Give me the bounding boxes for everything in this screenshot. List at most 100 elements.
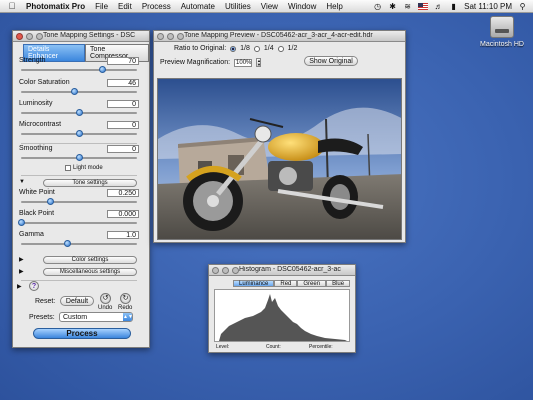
light-mode-checkbox[interactable]: Light mode <box>65 165 103 171</box>
black-point-field[interactable]: 0.000 <box>107 210 139 218</box>
presets-value: Custom <box>63 314 88 321</box>
settings-titlebar[interactable]: Tone Mapping Settings - DSC <box>13 31 149 42</box>
settings-title: Tone Mapping Settings - DSC <box>43 32 136 39</box>
color-saturation-field[interactable]: 46 <box>107 79 139 87</box>
color-saturation-slider-knob[interactable] <box>71 88 79 95</box>
microcontrast-field[interactable]: 0 <box>107 121 139 129</box>
histogram-titlebar[interactable]: Histogram - DSC05462-acr_3-ac <box>209 265 355 276</box>
white-point-field[interactable]: 0.250 <box>107 189 139 197</box>
white-point-slider-knob[interactable] <box>47 198 54 205</box>
undo-button[interactable]: ↺ <box>100 293 111 304</box>
level-label: Level: <box>216 344 230 350</box>
tab-green[interactable]: Green <box>297 280 327 287</box>
show-original-button[interactable]: Show Original <box>304 56 358 66</box>
color-settings-disclosure-icon[interactable]: ▶ <box>19 256 24 263</box>
color-saturation-slider[interactable] <box>21 88 137 95</box>
color-saturation-row: Color Saturation 46 <box>17 79 141 99</box>
zoom-icon[interactable] <box>36 32 43 40</box>
menu-edit[interactable]: Edit <box>118 2 132 11</box>
light-mode-box[interactable] <box>65 165 71 171</box>
zoom-icon[interactable] <box>177 32 184 40</box>
minimize-icon[interactable] <box>167 32 174 40</box>
luminosity-slider[interactable] <box>21 109 137 116</box>
process-button[interactable]: Process <box>33 328 131 339</box>
minimize-icon[interactable] <box>222 266 229 274</box>
color-settings-button[interactable]: Color settings <box>43 256 137 264</box>
ratio-label: Ratio to Original: <box>174 45 227 52</box>
menu-help[interactable]: Help <box>326 2 342 11</box>
presets-label: Presets: <box>29 314 55 321</box>
tone-settings-button[interactable]: Tone settings <box>43 179 137 187</box>
menu-automate[interactable]: Automate <box>181 2 215 11</box>
battery-icon[interactable]: ▮ <box>449 2 458 11</box>
microcontrast-slider-knob[interactable] <box>76 130 83 137</box>
bottom-disclosure-icon[interactable]: ▶ <box>17 283 22 290</box>
presets-select[interactable]: Custom ▲▼ <box>59 312 133 322</box>
zoom-icon[interactable] <box>232 266 239 274</box>
reset-label: Reset: <box>35 298 56 305</box>
strength-field[interactable]: 70 <box>107 57 139 65</box>
gamma-slider[interactable] <box>21 240 137 247</box>
menu-window[interactable]: Window <box>288 2 316 11</box>
luminosity-row: Luminosity 0 <box>17 100 141 120</box>
redo-button[interactable]: ↻ <box>120 293 131 304</box>
black-point-slider-knob[interactable] <box>18 219 25 226</box>
preview-image[interactable] <box>157 78 402 240</box>
microcontrast-slider[interactable] <box>21 130 137 137</box>
smoothing-slider-knob[interactable] <box>76 154 83 161</box>
gamma-slider-knob[interactable] <box>64 240 72 247</box>
tone-settings-disclosure-icon[interactable]: ▼ <box>19 179 25 185</box>
misc-settings-disclosure-icon[interactable]: ▶ <box>19 268 24 275</box>
white-point-slider[interactable] <box>21 198 137 205</box>
strength-slider-knob[interactable] <box>99 66 107 73</box>
time-machine-icon[interactable]: ◷ <box>373 2 382 11</box>
macintosh-hd[interactable]: Macintosh HD <box>472 16 532 48</box>
magnification-stepper[interactable]: ▲ ▼ <box>256 58 262 67</box>
bluetooth-icon[interactable]: ✱ <box>388 2 397 11</box>
ratio-radio-1-8[interactable] <box>230 45 237 52</box>
gamma-field[interactable]: 1.0 <box>107 231 139 239</box>
hard-drive-icon <box>490 16 514 38</box>
close-icon[interactable] <box>212 266 219 274</box>
magnification-group: Preview Magnification: 100% ▲ ▼ <box>160 58 262 67</box>
magnification-field[interactable]: 100% <box>234 58 253 67</box>
smoothing-slider[interactable] <box>21 154 137 161</box>
count-label: Count: <box>266 344 281 350</box>
menu-clock[interactable]: Sat 11:10 PM <box>464 2 512 11</box>
wifi-icon[interactable]: ≋ <box>403 2 412 11</box>
menu-app-name[interactable]: Photomatix Pro <box>26 2 85 11</box>
menu-view[interactable]: View <box>261 2 278 11</box>
strength-slider[interactable] <box>21 66 137 73</box>
divider <box>21 143 137 144</box>
smoothing-field[interactable]: 0 <box>107 145 139 153</box>
spotlight-icon[interactable]: ⚲ <box>518 2 527 11</box>
preview-titlebar[interactable]: Tone Mapping Preview - DSC05462-acr_3-ac… <box>154 31 405 42</box>
menu-utilities[interactable]: Utilities <box>225 2 251 11</box>
tone-mapping-settings-window: Tone Mapping Settings - DSC Details Enha… <box>12 30 150 348</box>
luminosity-field[interactable]: 0 <box>107 100 139 108</box>
us-flag-icon[interactable] <box>418 3 429 10</box>
ratio-radio-1-2[interactable] <box>277 45 284 52</box>
drive-label: Macintosh HD <box>480 41 524 48</box>
default-button[interactable]: Default <box>60 296 94 306</box>
tab-luminance[interactable]: Luminance <box>233 280 275 287</box>
tab-blue[interactable]: Blue <box>326 280 351 287</box>
histogram-plot[interactable] <box>214 289 350 342</box>
histogram-title: Histogram - DSC05462-acr_3-ac <box>239 266 341 273</box>
tone-mapping-preview-window: Tone Mapping Preview - DSC05462-acr_3-ac… <box>153 30 406 243</box>
menu-process[interactable]: Process <box>142 2 171 11</box>
tab-red[interactable]: Red <box>274 280 298 287</box>
ratio-radio-1-4[interactable] <box>253 45 260 52</box>
close-icon[interactable] <box>16 32 23 40</box>
menu-file[interactable]: File <box>95 2 108 11</box>
minimize-icon[interactable] <box>26 32 33 40</box>
white-point-label: White Point <box>19 189 55 196</box>
apple-menu-icon[interactable]:  <box>6 1 18 11</box>
close-icon[interactable] <box>157 32 164 40</box>
white-point-row: White Point 0.250 <box>17 189 141 209</box>
black-point-slider[interactable] <box>18 219 137 226</box>
misc-settings-button[interactable]: Miscellaneous settings <box>43 268 137 276</box>
volume-icon[interactable]: ♬ <box>434 2 443 11</box>
help-icon[interactable]: ? <box>29 281 39 291</box>
luminosity-slider-knob[interactable] <box>76 109 83 116</box>
